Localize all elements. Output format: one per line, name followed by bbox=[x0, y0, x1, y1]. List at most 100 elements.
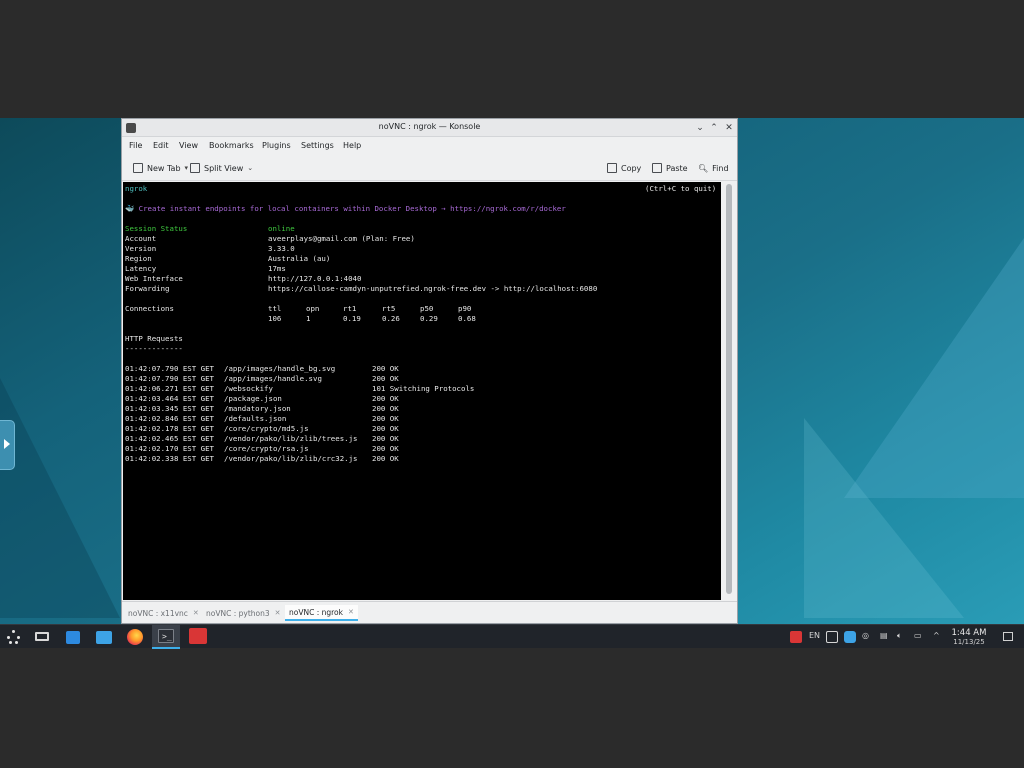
pager-icon[interactable] bbox=[33, 628, 51, 646]
terminal-promo-line: 🐳 Create instant endpoints for local con… bbox=[125, 204, 566, 213]
window-titlebar[interactable]: noVNC : ngrok — Konsole ⌄ ⌃ ✕ bbox=[122, 119, 737, 137]
firefox-icon[interactable] bbox=[126, 628, 144, 646]
request-path: /websockify bbox=[224, 384, 273, 393]
tab-python3[interactable]: noVNC : python3 ✕ bbox=[202, 605, 285, 621]
novnc-control-handle[interactable] bbox=[0, 420, 15, 470]
konsole-task-icon[interactable]: >_ bbox=[152, 625, 180, 649]
menu-help[interactable]: Help bbox=[343, 141, 361, 150]
split-view-label: Split View bbox=[204, 163, 244, 173]
close-tab-icon[interactable]: ✕ bbox=[193, 609, 199, 617]
record-tray-icon[interactable] bbox=[790, 631, 802, 643]
copy-label: Copy bbox=[621, 163, 642, 173]
request-time: 01:42:03.345 EST GET bbox=[125, 404, 214, 413]
status-value: online bbox=[268, 224, 295, 233]
status-key: Session Status bbox=[125, 224, 188, 233]
text-cursor-icon bbox=[205, 546, 213, 564]
close-button[interactable]: ✕ bbox=[722, 121, 736, 135]
request-status: 200 OK bbox=[372, 374, 399, 383]
network-tray-icon[interactable] bbox=[826, 631, 838, 643]
status-key: Web Interface bbox=[125, 274, 183, 283]
menu-bookmarks[interactable]: Bookmarks bbox=[209, 141, 254, 150]
terminal-scrollbar[interactable] bbox=[721, 182, 737, 600]
clock-time[interactable]: 1:44 AM bbox=[944, 628, 994, 638]
minimize-button[interactable]: ⌄ bbox=[693, 121, 707, 135]
status-value: Australia (au) bbox=[268, 254, 331, 263]
terminal-header-left: ngrok bbox=[125, 184, 148, 193]
request-time: 01:42:02.178 EST GET bbox=[125, 424, 214, 433]
status-key: Forwarding bbox=[125, 284, 170, 293]
menu-file[interactable]: File bbox=[129, 141, 142, 150]
notes-tray-icon[interactable]: ▤ bbox=[880, 631, 888, 643]
konsole-window: noVNC : ngrok — Konsole ⌄ ⌃ ✕ File Edit … bbox=[121, 118, 738, 624]
connections-header: ttl bbox=[268, 304, 282, 313]
copy-icon bbox=[607, 163, 617, 173]
new-tab-icon bbox=[133, 163, 143, 173]
menu-edit[interactable]: Edit bbox=[153, 141, 169, 150]
request-path: /core/crypto/md5.js bbox=[224, 424, 309, 433]
show-desktop-icon[interactable] bbox=[1003, 632, 1013, 641]
menu-settings[interactable]: Settings bbox=[301, 141, 334, 150]
volume-icon[interactable]: 🔈︎ bbox=[897, 631, 902, 643]
request-status: 200 OK bbox=[372, 424, 399, 433]
update-tray-icon[interactable] bbox=[844, 631, 856, 643]
status-key: Version bbox=[125, 244, 157, 253]
find-button[interactable]: 🔍︎ Find bbox=[698, 161, 729, 175]
request-status: 101 Switching Protocols bbox=[372, 384, 475, 393]
keyboard-layout-indicator[interactable]: EN bbox=[809, 631, 820, 643]
chevron-down-icon: ▾ bbox=[184, 164, 189, 172]
display-tray-icon[interactable]: ▭ bbox=[914, 631, 922, 643]
clipboard-tray-icon[interactable]: ◎ bbox=[862, 631, 869, 643]
chevron-up-icon[interactable]: ^ bbox=[933, 631, 940, 643]
tab-ngrok[interactable]: noVNC : ngrok ✕ bbox=[285, 605, 358, 621]
connections-value: 0.19 bbox=[343, 314, 361, 323]
menu-view[interactable]: View bbox=[179, 141, 198, 150]
close-tab-icon[interactable]: ✕ bbox=[275, 609, 281, 617]
request-status: 200 OK bbox=[372, 444, 399, 453]
application-launcher-icon[interactable] bbox=[5, 628, 23, 646]
file-manager-icon[interactable] bbox=[95, 628, 113, 646]
chevron-down-icon: ⌄ bbox=[247, 164, 254, 172]
http-requests-title: HTTP Requests bbox=[125, 334, 183, 343]
request-status: 200 OK bbox=[372, 394, 399, 403]
connections-value: 1 bbox=[306, 314, 311, 323]
request-path: /mandatory.json bbox=[224, 404, 291, 413]
request-path: /vendor/pako/lib/zlib/crc32.js bbox=[224, 454, 358, 463]
new-tab-button[interactable]: New Tab ▾ bbox=[133, 161, 188, 175]
tab-label: noVNC : ngrok bbox=[289, 607, 343, 617]
menu-plugins[interactable]: Plugins bbox=[262, 141, 291, 150]
http-requests-rule: ------------- bbox=[125, 344, 183, 353]
status-key: Latency bbox=[125, 264, 157, 273]
terminal-output[interactable]: ngrok (Ctrl+C to quit) 🐳 Create instant … bbox=[123, 182, 721, 600]
split-view-icon bbox=[190, 163, 200, 173]
request-path: /defaults.json bbox=[224, 414, 287, 423]
request-time: 01:42:07.790 EST GET bbox=[125, 374, 214, 383]
copy-button[interactable]: Copy bbox=[607, 161, 641, 175]
split-view-button[interactable]: Split View ⌄ bbox=[190, 161, 253, 175]
request-path: /vendor/pako/lib/zlib/trees.js bbox=[224, 434, 358, 443]
app-task-icon[interactable] bbox=[185, 625, 211, 649]
discover-icon[interactable] bbox=[64, 628, 82, 646]
status-key: Region bbox=[125, 254, 152, 263]
tab-label: noVNC : x11vnc bbox=[128, 608, 188, 618]
request-time: 01:42:03.464 EST GET bbox=[125, 394, 214, 403]
connections-label: Connections bbox=[125, 304, 174, 313]
wallpaper-facet bbox=[804, 418, 964, 618]
terminal-header-right: (Ctrl+C to quit) bbox=[645, 184, 717, 193]
request-path: /core/crypto/rsa.js bbox=[224, 444, 309, 453]
maximize-button[interactable]: ⌃ bbox=[707, 121, 721, 135]
paste-button[interactable]: Paste bbox=[652, 161, 688, 175]
screen: noVNC : ngrok — Konsole ⌄ ⌃ ✕ File Edit … bbox=[0, 0, 1024, 768]
taskbar: >_ EN ◎ ▤ 🔈︎ ▭ ^ 1:44 AM 11/13/25 bbox=[0, 624, 1024, 649]
connections-header: p90 bbox=[458, 304, 472, 313]
close-tab-icon[interactable]: ✕ bbox=[348, 608, 354, 616]
request-time: 01:42:06.271 EST GET bbox=[125, 384, 214, 393]
connections-header: opn bbox=[306, 304, 320, 313]
request-status: 200 OK bbox=[372, 454, 399, 463]
status-key: Account bbox=[125, 234, 157, 243]
connections-value: 0.29 bbox=[420, 314, 438, 323]
new-tab-label: New Tab bbox=[147, 163, 181, 173]
scrollbar-thumb[interactable] bbox=[726, 184, 732, 594]
request-path: /app/images/handle.svg bbox=[224, 374, 322, 383]
tab-x11vnc[interactable]: noVNC : x11vnc ✕ bbox=[124, 605, 203, 621]
clock-date[interactable]: 11/13/25 bbox=[944, 638, 994, 646]
